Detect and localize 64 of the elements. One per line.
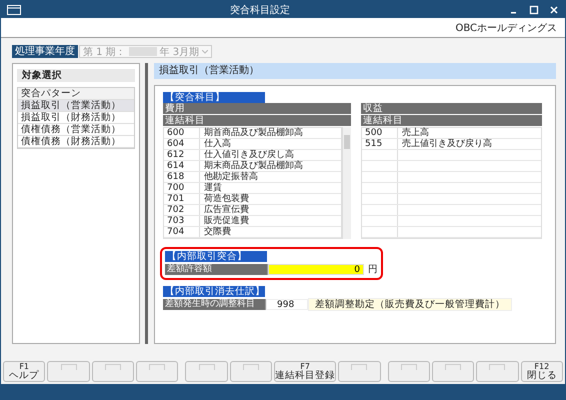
list-item[interactable]: 債権債務（営業活動） [18,124,134,136]
table-cell-text: 期末商品及び製品棚卸高 [203,161,304,171]
function-key[interactable] [136,361,178,382]
table-cell: 700 [164,183,200,193]
table-header: 費用 [163,103,351,115]
table-cell: 612 [164,150,200,160]
panel-title: 対象選択 [17,69,135,82]
close-icon[interactable] [549,4,559,14]
column-header: 連結科目 [163,115,351,127]
maximize-icon[interactable] [529,4,539,14]
table-cell: 703 [164,216,200,226]
table-cell: 515 [362,139,398,149]
table-cell-text: 仕入値引き及び戻し高 [203,150,295,160]
list-item[interactable]: 債権債務（財務活動） [18,136,134,148]
table-cell: 604 [164,139,200,149]
window-title: 突合科目設定 [229,4,291,16]
list-item[interactable]: 損益取引（営業活動） [18,100,134,112]
splitter[interactable] [145,63,148,344]
function-key[interactable] [476,361,519,382]
section-title: 【内部取引突合】 [165,251,267,262]
table-cell: 618 [164,172,200,182]
function-key[interactable]: F7 連結科目登録 [274,361,336,382]
table-cell-text: 売上高 [401,128,430,138]
table-cell: 614 [164,161,200,171]
list-item[interactable]: 損益取引（財務活動） [18,112,134,124]
function-key[interactable] [92,361,134,382]
scrollbar[interactable] [342,127,351,239]
table-cell: 704 [164,227,200,237]
column-header: 連結科目 [361,115,542,127]
amount-field[interactable]: 0 [268,264,364,275]
section-title: 【内部取引消去仕訳】 [163,286,265,297]
list-header: 突合パターン [18,88,134,100]
company-name: OBCホールディングス [455,22,557,34]
table-cell: 600 [164,128,200,138]
fiscal-year-label: 処理事業年度 [12,45,78,58]
function-key[interactable] [185,361,228,382]
table-cell-text: 広告宣伝費 [203,205,250,215]
function-key[interactable] [230,361,272,382]
unit-label: 円 [368,263,378,276]
function-key[interactable] [338,361,381,382]
account-code-field[interactable]: 998 [266,299,308,310]
account-name-field: 差額調整勘定（販売費及び一般管理費計） [308,298,512,311]
table-cell: 701 [164,194,200,204]
detail-title: 損益取引（営業活動） [154,63,556,79]
table-cell-text: 他勘定振替高 [203,172,259,182]
table-cell-text: 売上値引き及び戻り高 [401,139,493,149]
window-icon [7,4,21,14]
table-cell-text: 販売促進費 [203,216,250,226]
section-title: 【突合科目】 [163,92,265,103]
table-cell: 500 [362,128,398,138]
table-cell: 702 [164,205,200,215]
table-cell-text: 交際費 [203,227,232,237]
function-key[interactable] [388,361,430,382]
table-cell-text: 仕入高 [203,139,232,149]
function-key[interactable] [432,361,474,382]
function-key[interactable]: F12 閉じる [520,361,563,382]
function-key[interactable] [47,361,90,382]
field-label: 差額許容額 [165,264,268,275]
field-label: 差額発生時の調整科目 [163,299,266,310]
table-cell-text: 荷造包装費 [203,194,250,204]
table-header: 収益 [361,103,542,115]
function-key[interactable]: F1 ヘルプ [3,361,46,382]
table-cell-text: 運賃 [203,183,223,193]
table-cell-text: 期首商品及び製品棚卸高 [203,128,304,138]
